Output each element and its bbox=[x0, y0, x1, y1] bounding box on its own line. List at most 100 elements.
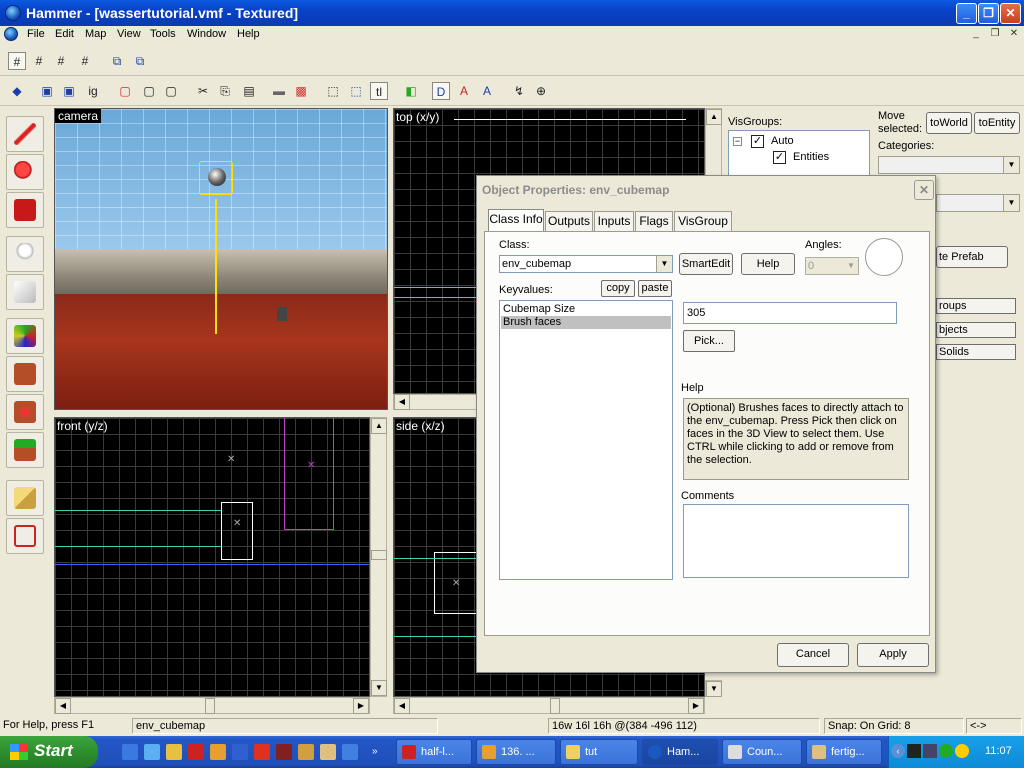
zoom-selection-icon[interactable]: ⬚ bbox=[347, 82, 365, 100]
overlay-tool[interactable] bbox=[6, 432, 44, 468]
top-hscroll[interactable]: ◀ bbox=[393, 394, 483, 410]
messenger-tray-icon[interactable] bbox=[955, 744, 969, 758]
auto-checkbox[interactable]: ✓ bbox=[751, 135, 764, 148]
minimize-button[interactable]: _ bbox=[956, 3, 977, 24]
tab-class-info[interactable]: Class Info bbox=[488, 209, 544, 232]
quicklaunch-media-icon[interactable] bbox=[166, 744, 182, 760]
radius-culling-icon[interactable]: D bbox=[432, 82, 450, 100]
front-vscroll[interactable]: ▲ ▼ bbox=[370, 417, 387, 697]
menu-tools[interactable]: Tools bbox=[150, 28, 176, 40]
front-scroll-down-icon[interactable]: ▼ bbox=[371, 680, 387, 696]
3d-grid-icon[interactable]: # bbox=[30, 52, 48, 70]
menu-map[interactable]: Map bbox=[85, 28, 106, 40]
tab-visgroup[interactable]: VisGroup bbox=[674, 211, 732, 231]
task-winrar[interactable]: 136. ... bbox=[476, 739, 556, 765]
show-all-icon[interactable]: ▢ bbox=[162, 82, 180, 100]
texture-application-icon[interactable]: ▩ bbox=[292, 82, 310, 100]
maximize-button[interactable]: ❐ bbox=[978, 3, 999, 24]
hide-selected-icon[interactable]: ▢ bbox=[116, 82, 134, 100]
copy-icon[interactable]: ⎘ bbox=[216, 82, 234, 100]
side-hscroll-thumb[interactable] bbox=[550, 698, 560, 714]
overlay-icon[interactable]: ⊕ bbox=[532, 82, 550, 100]
front-hscroll[interactable]: ◀ ▶ bbox=[54, 697, 370, 714]
cancel-button[interactable]: Cancel bbox=[777, 643, 849, 667]
decal-icon[interactable]: ↯ bbox=[510, 82, 528, 100]
keyvalue-brush-faces[interactable]: Brush faces bbox=[501, 316, 671, 329]
clip-tool[interactable] bbox=[6, 480, 44, 516]
quicklaunch-acrobat-icon[interactable] bbox=[254, 744, 270, 760]
quicklaunch-winrar-icon[interactable] bbox=[210, 744, 226, 760]
categories-arrow-icon[interactable]: ▼ bbox=[1003, 157, 1019, 173]
top-view-label[interactable]: top (x/y) bbox=[396, 110, 439, 124]
tab-inputs[interactable]: Inputs bbox=[594, 211, 634, 231]
objects-dropdown[interactable]: ▼ bbox=[936, 194, 1020, 212]
pick-button[interactable]: Pick... bbox=[683, 330, 735, 352]
apply-texture-tool[interactable] bbox=[6, 356, 44, 392]
smartedit-button[interactable]: SmartEdit bbox=[679, 253, 733, 275]
class-dropdown-arrow-icon[interactable]: ▼ bbox=[656, 256, 672, 272]
keyvalue-cubemap-size[interactable]: Cubemap Size bbox=[501, 303, 671, 316]
camera-view-label[interactable]: camera bbox=[55, 109, 102, 123]
entity-tool[interactable] bbox=[6, 236, 44, 272]
texture-lock-icon[interactable]: ▬ bbox=[270, 82, 288, 100]
start-button[interactable]: Start bbox=[0, 736, 98, 768]
flip-icon[interactable]: ◧ bbox=[402, 82, 420, 100]
carve-icon[interactable]: ◆ bbox=[8, 82, 26, 100]
task-hammer[interactable]: Ham... bbox=[642, 739, 718, 765]
magnify-tool[interactable] bbox=[6, 154, 44, 190]
mdi-minimize-icon[interactable]: _ bbox=[968, 28, 984, 42]
entities-checkbox[interactable]: ✓ bbox=[773, 151, 786, 164]
dialog-close-icon[interactable]: ✕ bbox=[914, 180, 934, 200]
larger-grid-icon[interactable]: # bbox=[76, 52, 94, 70]
decal-tool[interactable] bbox=[6, 394, 44, 430]
quicklaunch-tool-icon[interactable] bbox=[232, 744, 248, 760]
side-scroll-right-icon[interactable]: ▶ bbox=[688, 698, 704, 714]
hide-unselected-icon[interactable]: ▢ bbox=[140, 82, 158, 100]
tab-outputs[interactable]: Outputs bbox=[545, 211, 593, 231]
tray-expand-icon[interactable]: ‹ bbox=[891, 744, 905, 758]
task-counter-strike[interactable]: Coun... bbox=[722, 739, 802, 765]
mdi-restore-icon[interactable]: ❐ bbox=[987, 28, 1003, 42]
mode-icon[interactable]: A bbox=[478, 82, 496, 100]
task-tut-folder[interactable]: tut bbox=[560, 739, 638, 765]
selection-tool[interactable] bbox=[6, 116, 44, 152]
select-icon[interactable]: ⬚ bbox=[324, 82, 342, 100]
to-entity-button[interactable]: toEntity bbox=[974, 112, 1020, 134]
solids-button[interactable]: Solids bbox=[936, 344, 1016, 360]
vertex-tool[interactable] bbox=[6, 518, 44, 554]
menu-help[interactable]: Help bbox=[237, 28, 260, 40]
steam-tray-icon[interactable] bbox=[907, 744, 921, 758]
paste-button[interactable]: paste bbox=[638, 280, 672, 297]
icq-tray-icon[interactable] bbox=[939, 744, 953, 758]
copy-button[interactable]: copy bbox=[601, 280, 635, 297]
block-tool[interactable] bbox=[6, 274, 44, 310]
side-view-label[interactable]: side (x/z) bbox=[396, 419, 445, 433]
hammer-app-icon[interactable] bbox=[5, 5, 21, 21]
help-button[interactable]: Help bbox=[741, 253, 795, 275]
camera-view[interactable]: camera bbox=[54, 108, 388, 410]
angles-dial[interactable] bbox=[865, 238, 903, 276]
side-scroll-left-icon[interactable]: ◀ bbox=[394, 698, 410, 714]
paste-icon[interactable]: ▤ bbox=[240, 82, 258, 100]
objects-arrow-icon[interactable]: ▼ bbox=[1003, 195, 1019, 211]
group-objects-icon[interactable]: ▣ bbox=[60, 82, 78, 100]
menu-file[interactable]: File bbox=[27, 28, 45, 40]
camera-tool[interactable] bbox=[6, 192, 44, 228]
texture-lock-toggle-icon[interactable]: tl bbox=[370, 82, 388, 100]
tab-flags[interactable]: Flags bbox=[635, 211, 673, 231]
top-scroll-up-icon[interactable]: ▲ bbox=[706, 109, 722, 125]
keyvalues-list[interactable]: Cubemap Size Brush faces bbox=[499, 300, 673, 580]
dialog-title-bar[interactable]: Object Properties: env_cubemap ✕ bbox=[477, 176, 935, 204]
menu-window[interactable]: Window bbox=[187, 28, 226, 40]
comments-textarea[interactable] bbox=[683, 504, 909, 578]
cut-icon[interactable]: ✂ bbox=[194, 82, 212, 100]
hollow-icon[interactable]: ▣ bbox=[38, 82, 56, 100]
groups-button[interactable]: roups bbox=[936, 298, 1016, 314]
texture-tool[interactable] bbox=[6, 318, 44, 354]
quicklaunch-app-icon[interactable] bbox=[276, 744, 292, 760]
cordon-icon[interactable]: ⧉ bbox=[108, 52, 126, 70]
front-view-label[interactable]: front (y/z) bbox=[57, 419, 108, 433]
ignore-grouping-icon[interactable]: ig bbox=[84, 82, 102, 100]
side-vscroll[interactable]: ▼ bbox=[705, 680, 722, 697]
mdi-close-icon[interactable]: ✕ bbox=[1006, 28, 1022, 42]
